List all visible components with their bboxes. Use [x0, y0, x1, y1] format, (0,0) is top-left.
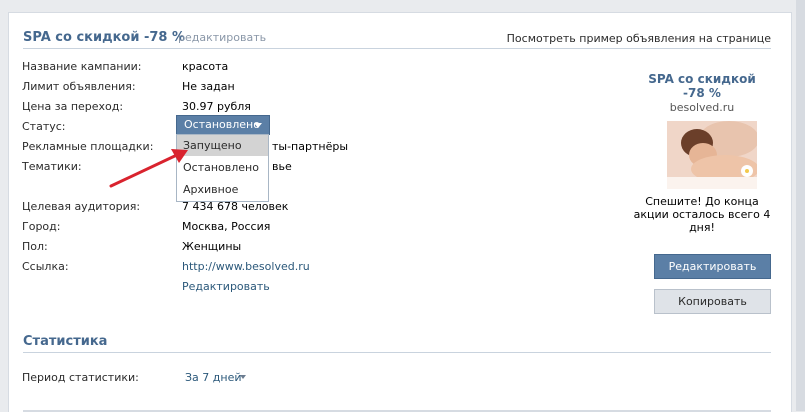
copy-ad-button[interactable]: Копировать [654, 289, 771, 314]
header-divider [23, 48, 771, 49]
city-value: Москва, Россия [182, 220, 271, 233]
ad-link[interactable]: http://www.besolved.ru [182, 260, 310, 273]
ad-preview-text: Спешите! До конца акции осталось всего 4… [633, 195, 771, 234]
status-dropdown-value: Остановлено [184, 118, 260, 131]
annotation-arrow-icon [109, 149, 188, 188]
edit-ad-button[interactable]: Редактировать [654, 254, 771, 279]
statistics-divider [23, 352, 771, 353]
ad-preview-domain: besolved.ru [669, 101, 735, 114]
spa-woman-photo-icon [667, 121, 757, 189]
edit-campaign-link[interactable]: редактировать [178, 31, 266, 44]
limit-label: Лимит объявления: [22, 80, 136, 93]
campaign-panel: SPA со скидкой -78 % редактировать Посмо… [8, 12, 792, 412]
edit-targeting-link[interactable]: Редактировать [182, 280, 270, 293]
statistics-title: Статистика [23, 334, 108, 349]
period-label: Период статистики: [22, 371, 139, 384]
audience-label: Целевая аудитория: [22, 200, 141, 213]
limit-value: Не задан [182, 80, 235, 93]
ad-preview-title: SPA со скидкой -78 % [648, 72, 756, 100]
chevron-down-icon [254, 123, 262, 128]
platforms-value: ты-партнёры [272, 140, 349, 153]
city-label: Город: [22, 220, 61, 233]
page-right-edge [796, 0, 805, 411]
preview-ad-link[interactable]: Посмотреть пример объявления на странице [507, 32, 771, 45]
gender-value: Женщины [182, 240, 242, 253]
period-select[interactable]: За 7 дней [185, 371, 242, 384]
price-value: 30.97 рубля [182, 100, 251, 113]
topics-label: Тематики: [22, 160, 82, 173]
campaign-title: SPA со скидкой -78 % [23, 30, 186, 45]
status-dropdown[interactable]: Остановлено [176, 115, 270, 135]
price-label: Цена за переход: [22, 100, 124, 113]
topics-value: вье [272, 160, 292, 173]
campaign-name-value: красота [182, 60, 229, 73]
chevron-down-icon [240, 375, 246, 379]
campaign-name-label: Название кампании: [22, 60, 142, 73]
status-label: Статус: [22, 120, 66, 133]
link-label: Ссылка: [22, 260, 69, 273]
gender-label: Пол: [22, 240, 48, 253]
